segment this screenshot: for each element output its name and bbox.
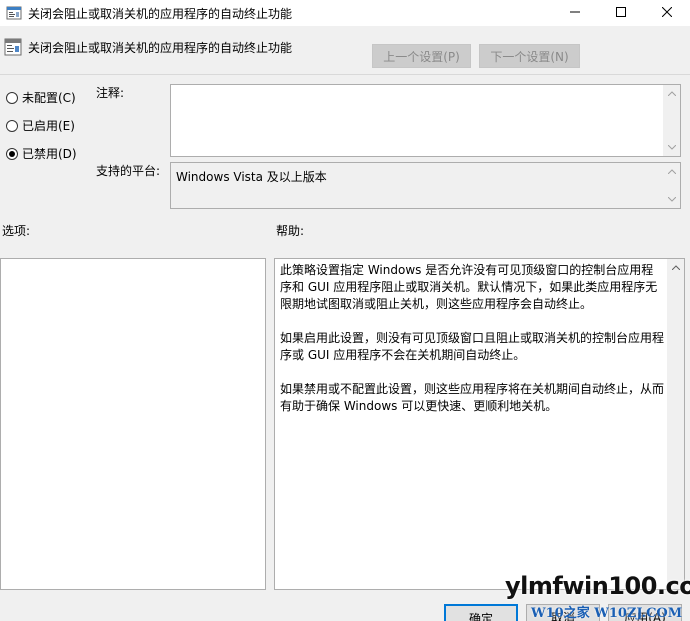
radio-label: 未配置(C)	[22, 91, 76, 105]
minimize-button[interactable]	[552, 0, 598, 26]
scroll-up-icon[interactable]	[663, 163, 680, 180]
comment-scrollbar[interactable]	[663, 85, 680, 156]
window-title: 关闭会阻止或取消关机的应用程序的自动终止功能	[28, 7, 293, 21]
radio-circle-checked[interactable]	[6, 147, 18, 160]
help-text: 此策略设置指定 Windows 是否允许没有可见顶级窗口的控制台应用程序和 GU…	[280, 262, 665, 432]
watermark-main-text: ylmfwin100.com	[505, 572, 690, 600]
comment-textarea[interactable]	[170, 84, 681, 157]
scroll-up-icon[interactable]	[667, 259, 684, 276]
site-watermark: ylmfwin100.com W10之家 W10ZJ.COM	[505, 572, 690, 621]
scroll-down-icon[interactable]	[663, 139, 680, 156]
watermark-sub-text: W10之家 W10ZJ.COM	[531, 606, 683, 621]
close-button[interactable]	[644, 0, 690, 26]
radio-enabled[interactable]: 已启用(E)	[6, 117, 75, 134]
help-paragraph: 此策略设置指定 Windows 是否允许没有可见顶级窗口的控制台应用程序和 GU…	[280, 263, 658, 311]
previous-setting-button[interactable]: 上一个设置(P)	[372, 44, 471, 68]
platform-field: Windows Vista 及以上版本	[170, 162, 681, 209]
help-paragraph: 如果启用此设置，则没有可见顶级窗口且阻止或取消关机的控制台应用程序或 GUI 应…	[280, 331, 665, 362]
maximize-button[interactable]	[598, 0, 644, 26]
policy-app-icon	[6, 5, 22, 21]
comment-label: 注释:	[96, 86, 125, 100]
radio-label: 已启用(E)	[22, 119, 75, 133]
radio-circle[interactable]	[6, 119, 18, 132]
radio-disabled[interactable]: 已禁用(D)	[6, 145, 77, 162]
help-scrollbar[interactable]	[667, 259, 684, 589]
help-paragraph: 如果禁用或不配置此设置，则这些应用程序将在关机期间自动终止，从而有助于确保 Wi…	[280, 382, 665, 413]
header-divider	[0, 74, 690, 75]
radio-label: 已禁用(D)	[22, 147, 77, 161]
radio-circle[interactable]	[6, 91, 18, 104]
help-label: 帮助:	[276, 224, 305, 238]
platform-value: Windows Vista 及以上版本	[176, 170, 327, 184]
options-panel[interactable]	[0, 258, 266, 590]
platform-scrollbar[interactable]	[663, 163, 680, 208]
scroll-up-icon[interactable]	[663, 85, 680, 102]
close-icon	[661, 6, 673, 20]
scroll-down-icon[interactable]	[663, 191, 680, 208]
next-setting-button[interactable]: 下一个设置(N)	[479, 44, 580, 68]
help-panel[interactable]: 此策略设置指定 Windows 是否允许没有可见顶级窗口的控制台应用程序和 GU…	[274, 258, 685, 590]
policy-dialog-window: 关闭会阻止或取消关机的应用程序的自动终止功能 关闭会阻止或取消关机的应用程序的自…	[0, 0, 690, 621]
policy-setting-icon	[4, 38, 22, 56]
minimize-icon	[570, 6, 580, 20]
options-label: 选项:	[2, 224, 31, 238]
setting-title: 关闭会阻止或取消关机的应用程序的自动终止功能	[28, 41, 293, 55]
platform-label: 支持的平台:	[96, 164, 161, 178]
radio-not-configured[interactable]: 未配置(C)	[6, 89, 76, 106]
title-bar[interactable]: 关闭会阻止或取消关机的应用程序的自动终止功能	[0, 0, 690, 26]
maximize-icon	[616, 6, 626, 20]
